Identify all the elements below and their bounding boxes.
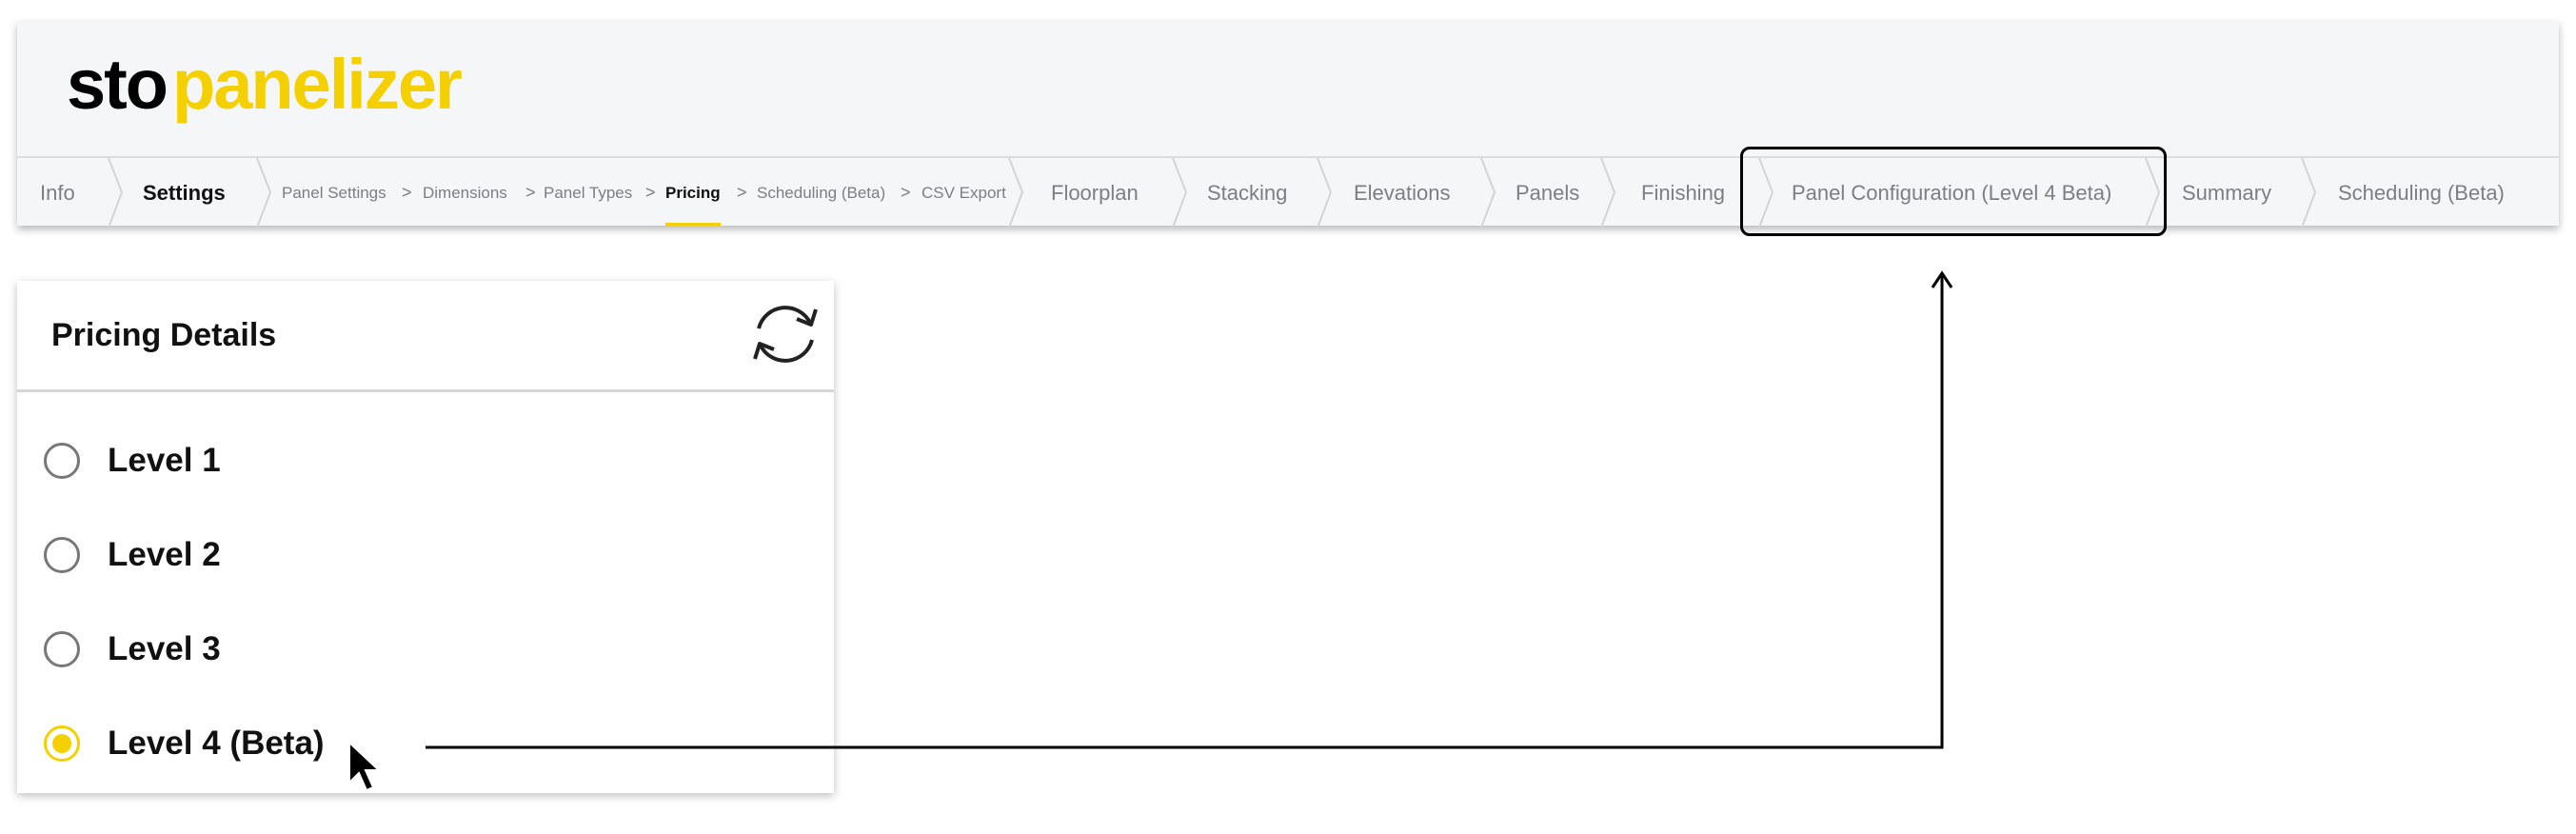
cursor-icon — [348, 740, 382, 792]
connector-line — [426, 276, 1944, 749]
annotation-overlay — [348, 270, 1953, 792]
